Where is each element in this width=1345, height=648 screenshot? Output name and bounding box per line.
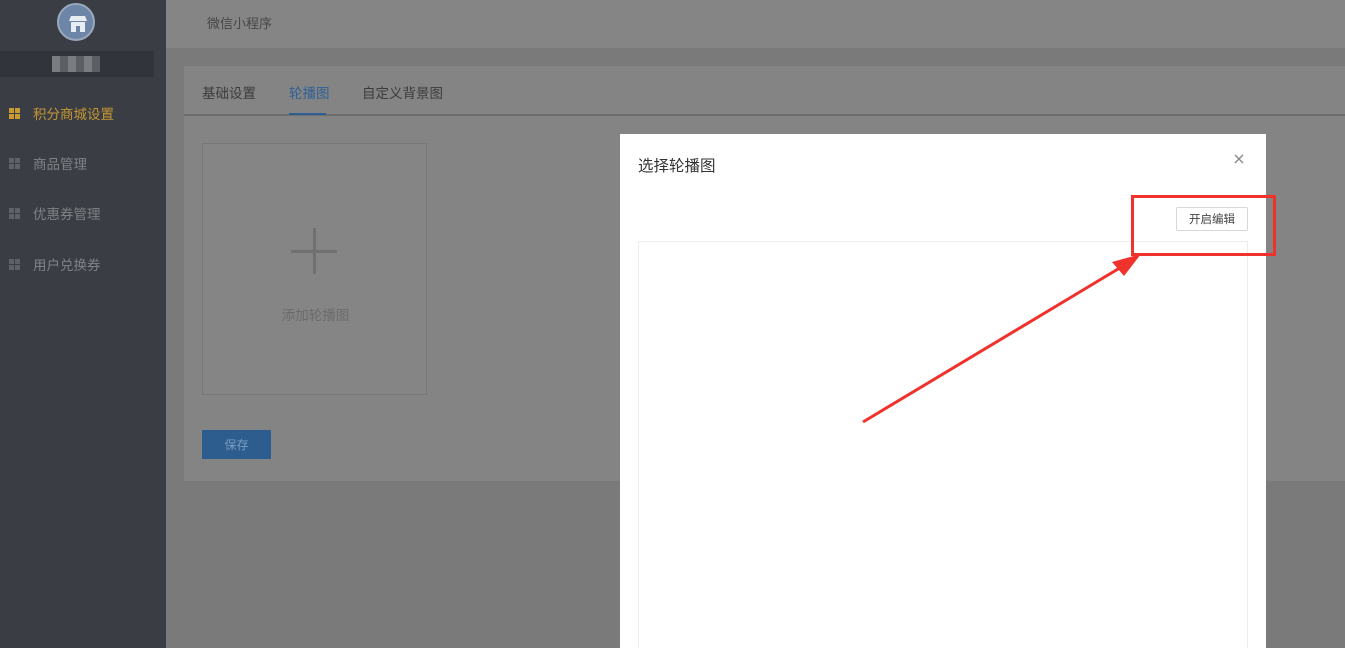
save-button[interactable]: 保存 — [202, 430, 271, 459]
sidebar-item-product-management[interactable]: 商品管理 — [0, 138, 166, 188]
tab-carousel[interactable]: 轮播图 — [289, 82, 330, 102]
grid-icon — [9, 108, 20, 119]
sidebar: ██████ 积分商城设置 商品管理 优惠券管理 用户兑换券 — [0, 0, 166, 648]
breadcrumb[interactable]: 微信小程序 — [207, 13, 272, 32]
sidebar-item-user-coupons[interactable]: 用户兑换券 — [0, 239, 166, 289]
active-tab-indicator — [289, 113, 326, 115]
add-carousel-label: 添加轮播图 — [281, 308, 350, 324]
tab-basic-settings[interactable]: 基础设置 — [202, 82, 256, 102]
image-list-area — [638, 241, 1248, 648]
grid-icon — [9, 158, 20, 169]
store-icon — [69, 16, 87, 32]
enable-edit-button[interactable]: 开启编辑 — [1176, 207, 1248, 231]
select-carousel-modal: 选择轮播图 × 开启编辑 — [620, 134, 1266, 648]
add-carousel-tile[interactable]: 添加轮播图 — [202, 143, 427, 395]
plus-icon — [291, 228, 337, 274]
tab-bar: 基础设置 轮播图 自定义背景图 — [184, 66, 1345, 116]
sidebar-item-coupon-management[interactable]: 优惠券管理 — [0, 188, 166, 238]
grid-icon — [9, 259, 20, 270]
sidebar-item-label: 积分商城设置 — [33, 107, 114, 123]
tab-custom-background[interactable]: 自定义背景图 — [362, 82, 443, 102]
username-bar: ██████ — [0, 51, 154, 77]
sidebar-item-points-mall-settings[interactable]: 积分商城设置 — [0, 88, 166, 138]
sidebar-item-label: 优惠券管理 — [33, 207, 101, 223]
sidebar-item-label: 商品管理 — [33, 157, 87, 173]
avatar[interactable] — [57, 3, 95, 41]
modal-title: 选择轮播图 — [638, 157, 716, 175]
sidebar-item-label: 用户兑换券 — [33, 258, 101, 274]
top-header: 微信小程序 — [166, 0, 1345, 48]
username: ██████ — [52, 56, 100, 72]
header-divider — [166, 48, 1345, 66]
close-icon[interactable]: × — [1232, 151, 1246, 167]
grid-icon — [9, 208, 20, 219]
